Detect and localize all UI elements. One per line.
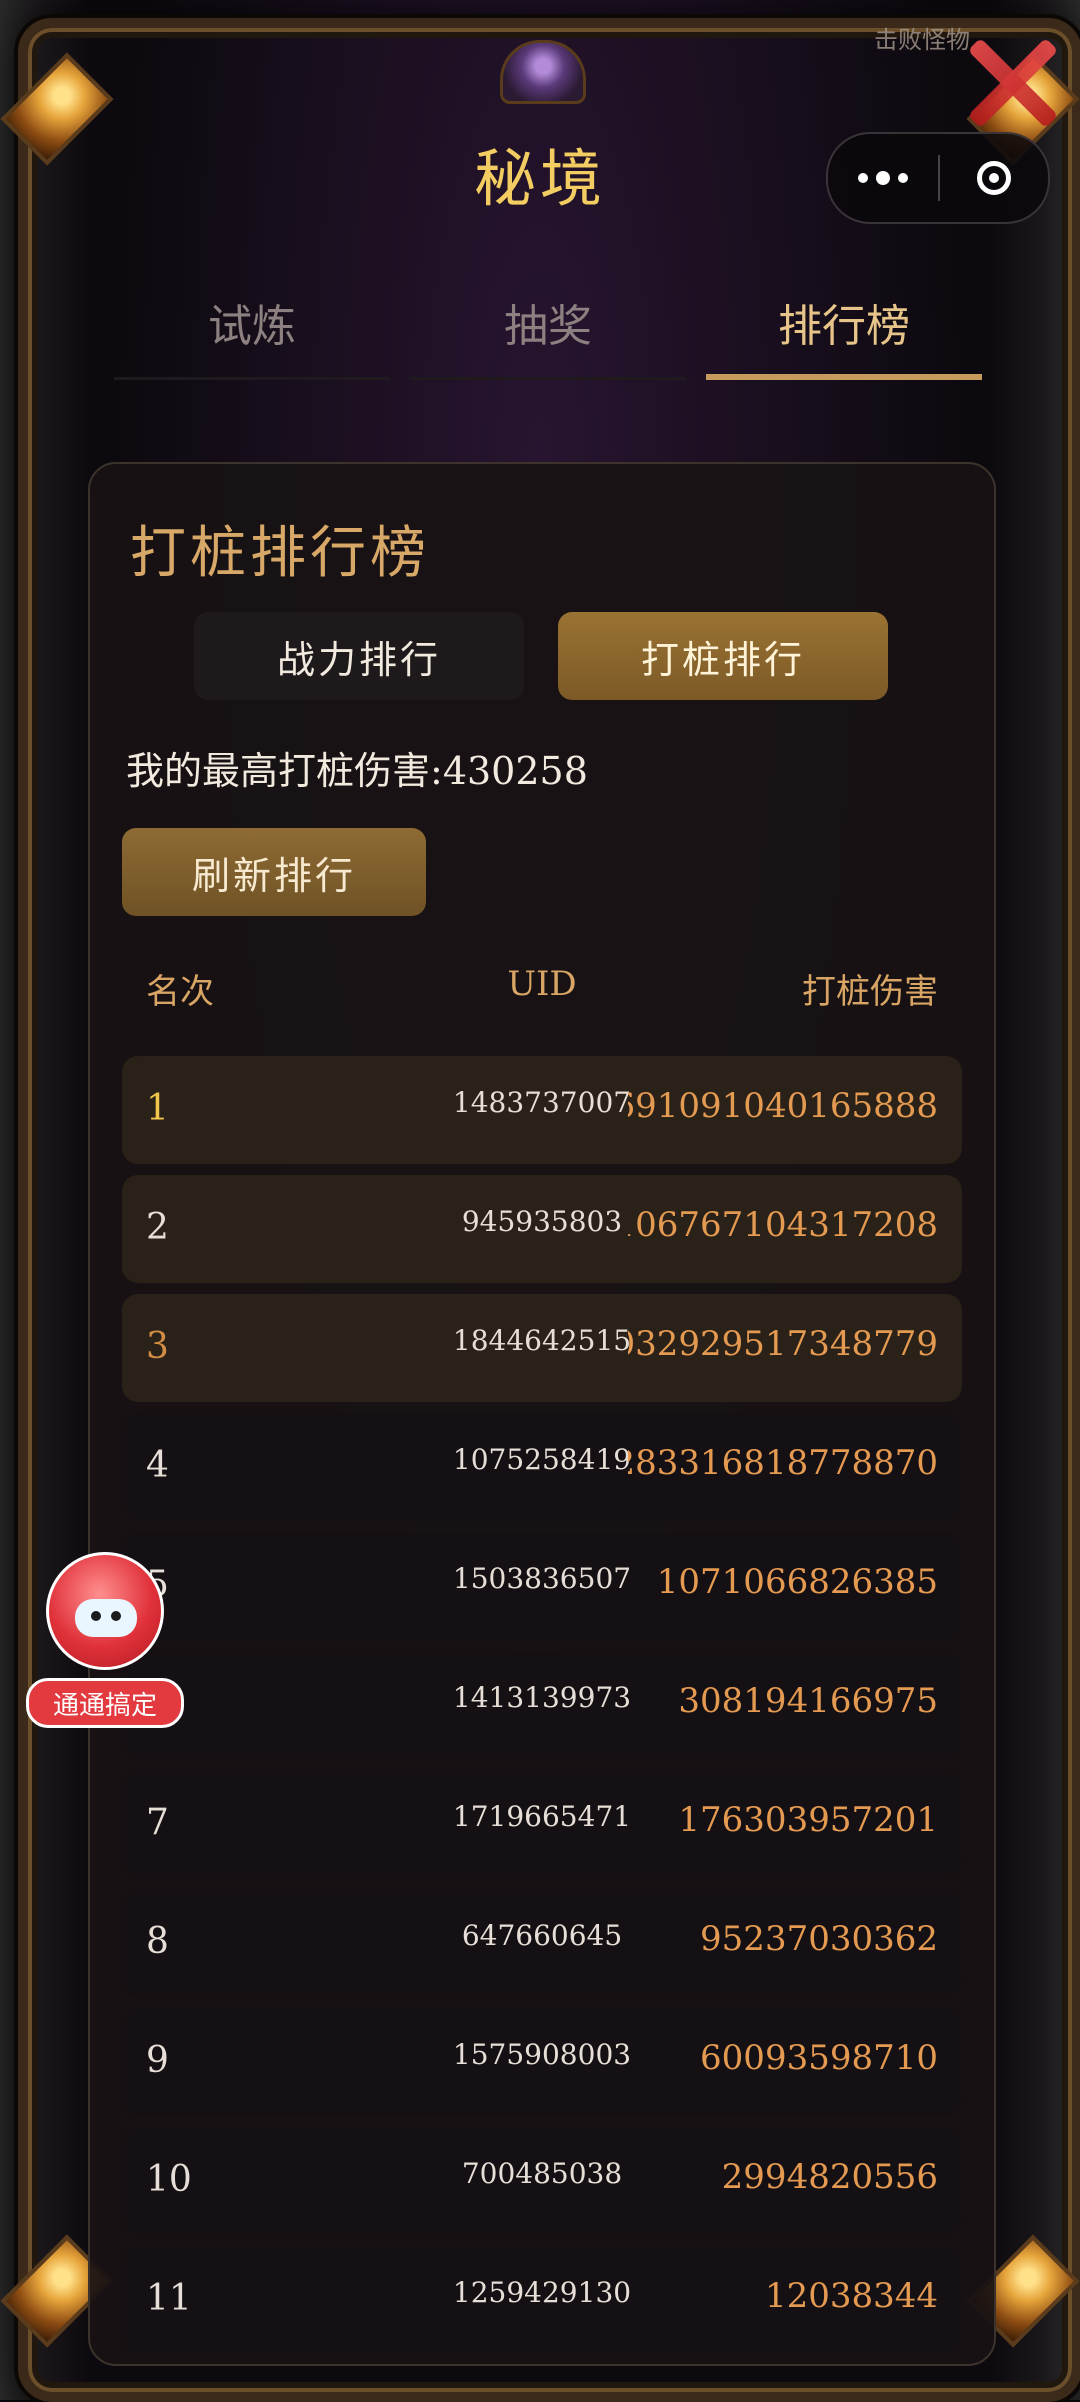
table-row: 5 1503836507 1071066826385 xyxy=(122,1532,962,1640)
tab-label: 排行榜 xyxy=(778,301,910,352)
my-best-value: 430258 xyxy=(442,749,588,793)
power-ranking-button[interactable]: 战力排行 xyxy=(194,612,524,700)
table-row: 8 647660645 95237030362 xyxy=(122,1889,962,1997)
tab-lottery[interactable]: 抽奖 xyxy=(400,290,696,380)
table-row: 2 945935803 106767104317208 xyxy=(122,1175,962,1283)
damage-cell: 12038344 xyxy=(764,2276,938,2316)
tab-bar: 试炼 抽奖 排行榜 xyxy=(104,290,992,380)
table-row: 11 1259429130 12038344 xyxy=(122,2246,962,2354)
table-row: 6 1413139973 308194166975 xyxy=(122,1651,962,1759)
table-row: 4 1075258419 283316818778870 xyxy=(122,1413,962,1521)
damage-cell: 1071066826385 xyxy=(656,1562,938,1602)
my-best-label: 我的最高打桩伤害: xyxy=(126,749,443,793)
damage-cell: 95237030362 xyxy=(700,1919,938,1959)
damage-cell: 691091040165888 xyxy=(628,1086,938,1126)
target-circle-icon[interactable] xyxy=(940,161,1048,195)
tab-underline xyxy=(114,377,390,380)
miniapp-capsule xyxy=(826,132,1050,224)
ranking-list: 1 1483737007 691091040165888 2 945935803… xyxy=(122,1056,962,2364)
refresh-ranking-button[interactable]: 刷新排行 xyxy=(122,828,426,916)
more-dots-icon[interactable] xyxy=(828,134,938,222)
damage-cell: 308194166975 xyxy=(678,1681,938,1721)
damage-cell: 176303957201 xyxy=(678,1800,938,1840)
tab-underline xyxy=(706,374,982,380)
table-row: 7 1719665471 176303957201 xyxy=(122,1770,962,1878)
my-best-damage: 我的最高打桩伤害:430258 xyxy=(126,740,588,795)
column-damage: 打桩伤害 xyxy=(802,972,938,1012)
damage-cell: 283316818778870 xyxy=(628,1443,938,1483)
dummy-ranking-button[interactable]: 打桩排行 xyxy=(558,612,888,700)
floating-assistant[interactable]: 通通搞定 xyxy=(26,1552,184,1732)
table-row: 1 1483737007 691091040165888 xyxy=(122,1056,962,1164)
tab-leaderboard[interactable]: 排行榜 xyxy=(696,290,992,380)
table-row: 9 1575908003 60093598710 xyxy=(122,2008,962,2116)
card-title: 打桩排行榜 xyxy=(130,521,430,586)
assistant-label: 通通搞定 xyxy=(26,1678,184,1728)
ranking-type-switch: 战力排行 打桩排行 xyxy=(194,612,890,700)
damage-cell: 60093598710 xyxy=(700,2038,938,2078)
table-row: 3 1844642515 032929517348779 xyxy=(122,1294,962,1402)
tab-label: 试炼 xyxy=(208,301,296,352)
table-header: 名次 UID 打桩伤害 xyxy=(122,964,962,1024)
table-row: 10 700485038 2994820556 xyxy=(122,2127,962,2235)
mascot-face xyxy=(75,1599,137,1637)
tab-underline xyxy=(410,377,686,380)
damage-cell: 106767104317208 xyxy=(628,1205,938,1245)
leaderboard-card: 打桩排行榜 战力排行 打桩排行 我的最高打桩伤害:430258 刷新排行 名次 … xyxy=(88,462,996,2366)
mascot-icon xyxy=(46,1552,164,1670)
crest-ornament-icon xyxy=(500,40,586,104)
status-text: 击败怪物 xyxy=(874,26,970,54)
tab-trial[interactable]: 试炼 xyxy=(104,290,400,380)
damage-cell: 2994820556 xyxy=(721,2157,938,2197)
close-x-icon[interactable] xyxy=(964,34,1054,124)
tab-label: 抽奖 xyxy=(504,301,592,352)
damage-cell: 032929517348779 xyxy=(628,1324,938,1364)
